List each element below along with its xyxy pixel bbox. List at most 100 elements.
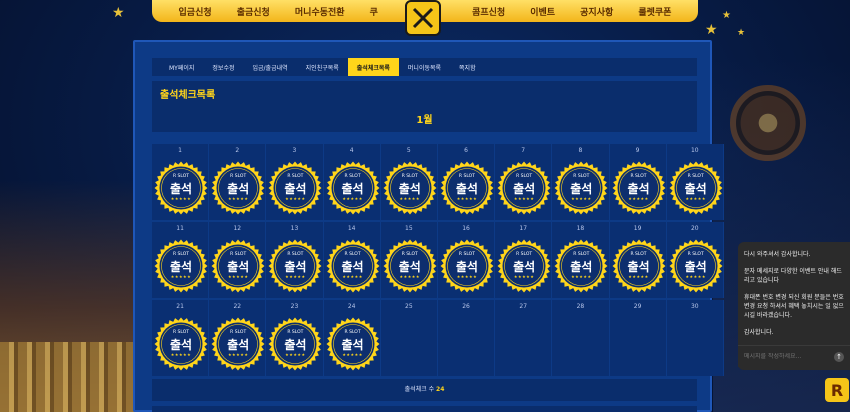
attendance-stamp-badge: R SLOT 출석 ★★★★★ [268, 161, 322, 215]
badge-stars: ★★★★★ [285, 274, 306, 279]
attendance-stamp-badge: R SLOT 출석 ★★★★★ [268, 317, 322, 371]
tab-edit-info[interactable]: 정보수정 [203, 58, 243, 76]
attendance-calendar: 1R SLOT 출석 ★★★★★ 2 R SLOT 출석 ★★★★★ 3 R SLOT 출석 ★★★… [152, 144, 724, 376]
badge-text: 출석 [341, 338, 364, 352]
nav-roulette-coupon[interactable]: 룰렛쿠폰 [638, 5, 671, 18]
calendar-day: 11 R SLOT 출석 ★★★★★ [152, 222, 210, 298]
badge-brand: R SLOT [287, 174, 304, 179]
attendance-stamp-badge: R SLOT 출석 ★★★★★ [669, 161, 723, 215]
badge-stars: ★★★★★ [227, 274, 249, 279]
attendance-stamp-badge: R SLOT 출석 ★★★★★ [211, 161, 265, 215]
badge-brand: R SLOT [516, 174, 533, 179]
badge-brand: R SLOT [230, 174, 247, 179]
badge-text: 출석 [684, 260, 707, 274]
calendar-day: 7 R SLOT 출석 ★★★★★ [495, 144, 553, 220]
badge-stars: ★★★★★ [456, 274, 478, 279]
badge-stars: ★★★★★ [571, 274, 592, 279]
badge-text: 출석 [455, 182, 478, 196]
calendar-day-number: 2 [235, 147, 240, 154]
badge-brand: R SLOT [230, 252, 247, 257]
calendar-day: 16 R SLOT 출석 ★★★★★ [437, 222, 496, 298]
nav-comp[interactable]: 콤프신청 [472, 5, 505, 18]
calendar-day-number: 25 [405, 303, 413, 310]
calendar-day-number: 20 [690, 225, 699, 232]
badge-brand: R SLOT [287, 330, 304, 335]
badge-brand: R SLOT [573, 174, 590, 179]
send-arrow-icon[interactable]: ↑ [834, 351, 844, 362]
calendar-day: 3 R SLOT 출석 ★★★★★ [266, 144, 324, 220]
badge-brand: R SLOT [516, 252, 533, 257]
badge-stars: ★★★★★ [399, 274, 420, 279]
calendar-day: 21 R SLOT 출석 ★★★★★ [152, 300, 210, 376]
nav-coupon[interactable]: 쿠 [370, 5, 378, 18]
star-decoration: ★ [722, 10, 731, 21]
attendance-stamp-badge: R SLOT 출석 ★★★★★ [669, 239, 723, 293]
attendance-stamp-badge: R SLOT 출석 ★★★★★ [326, 239, 380, 293]
badge-brand: R SLOT [172, 174, 190, 179]
calendar-day: 2 R SLOT 출석 ★★★★★ [209, 144, 267, 220]
tab-deposit-withdraw-history[interactable]: 입금/출금내역 [244, 58, 297, 76]
badge-text: 출석 [398, 182, 421, 196]
calendar-day-number: 21 [176, 303, 184, 310]
badge-brand: R SLOT [458, 174, 475, 179]
calendar-day-number: 16 [462, 225, 470, 232]
tab-messages[interactable]: 쪽지함 [450, 58, 485, 76]
calendar-day-number: 22 [233, 303, 242, 310]
badge-stars: ★★★★★ [285, 352, 306, 357]
badge-text: 출석 [627, 260, 650, 274]
nav-notice[interactable]: 공지사항 [580, 5, 613, 18]
badge-brand: R SLOT [172, 252, 190, 257]
calendar-day: 20 R SLOT 출석 ★★★★★ [666, 222, 724, 298]
chat-message-input[interactable] [744, 353, 834, 360]
badge-stars: ★★★★★ [227, 352, 249, 357]
badge-text: 출석 [169, 182, 193, 196]
star-decoration: ★ [112, 5, 125, 21]
calendar-day: 22 R SLOT 출석 ★★★★★ [209, 300, 267, 376]
chat-message: 문자 메세지로 다양한 이벤트 안내 해드리고 있습니다 [744, 268, 842, 284]
calendar-day-number: 19 [633, 225, 642, 232]
badge-stars: ★★★★★ [571, 196, 592, 201]
calendar-day: 14 R SLOT 출석 ★★★★★ [323, 222, 381, 298]
close-icon [412, 7, 434, 29]
badge-brand: R SLOT [172, 330, 190, 335]
badge-stars: ★★★★★ [628, 274, 649, 279]
badge-stars: ★★★★★ [513, 196, 535, 201]
calendar-day: 18 R SLOT 출석 ★★★★★ [552, 222, 610, 298]
badge-brand: R SLOT [401, 252, 418, 257]
calendar-day: 8 R SLOT 출석 ★★★★★ [552, 144, 610, 220]
badge-stars: ★★★★★ [285, 196, 306, 201]
badge-text: 출석 [341, 260, 364, 274]
badge-stars: ★★★★★ [342, 274, 363, 279]
tab-attendance[interactable]: 출석체크목록 [347, 58, 399, 76]
calendar-day-number: 15 [405, 225, 413, 232]
badge-brand: R SLOT [344, 252, 361, 257]
page-title: 출석체크목록 [160, 90, 216, 101]
calendar-day: 1 R SLOT 출석 ★★★★★ [152, 144, 210, 220]
attendance-stamp-badge: R SLOT 출석 ★★★★★ [440, 239, 494, 293]
badge-text: 출석 [684, 182, 707, 196]
nav-money-transfer[interactable]: 머니수동전환 [295, 5, 345, 18]
badge-stars: ★★★★★ [170, 274, 192, 279]
badge-text: 출석 [227, 182, 250, 196]
calendar-day-number: 12 [233, 225, 242, 232]
badge-text: 출석 [513, 182, 536, 196]
nav-deposit[interactable]: 입금신청 [179, 5, 212, 18]
badge-text: 출석 [284, 338, 307, 352]
nav-event[interactable]: 이벤트 [530, 5, 555, 18]
calendar-day-number: 26 [462, 303, 470, 310]
tab-mypage[interactable]: MY페이지 [160, 58, 203, 76]
calendar-day: 27 [495, 300, 553, 376]
tab-money-transfer-list[interactable]: 머니이동목록 [399, 58, 450, 76]
tab-friends[interactable]: 지인친구목록 [297, 58, 348, 76]
badge-text: 출석 [570, 182, 593, 196]
chat-messages: 다시 와주셔서 감사합니다. 문자 메세지로 다양한 이벤트 안내 해드리고 있… [738, 242, 850, 337]
calendar-day-number: 29 [633, 303, 642, 310]
badge-brand: R SLOT [458, 252, 475, 257]
close-button[interactable] [405, 0, 441, 36]
nav-withdraw[interactable]: 출금신청 [237, 5, 270, 18]
attendance-stamp-badge: R SLOT 출석 ★★★★★ [612, 239, 666, 293]
badge-text: 출석 [284, 182, 307, 196]
badge-text: 출석 [227, 260, 250, 274]
attendance-stamp-badge: R SLOT 출석 ★★★★★ [211, 317, 265, 371]
badge-text: 출석 [513, 260, 536, 274]
